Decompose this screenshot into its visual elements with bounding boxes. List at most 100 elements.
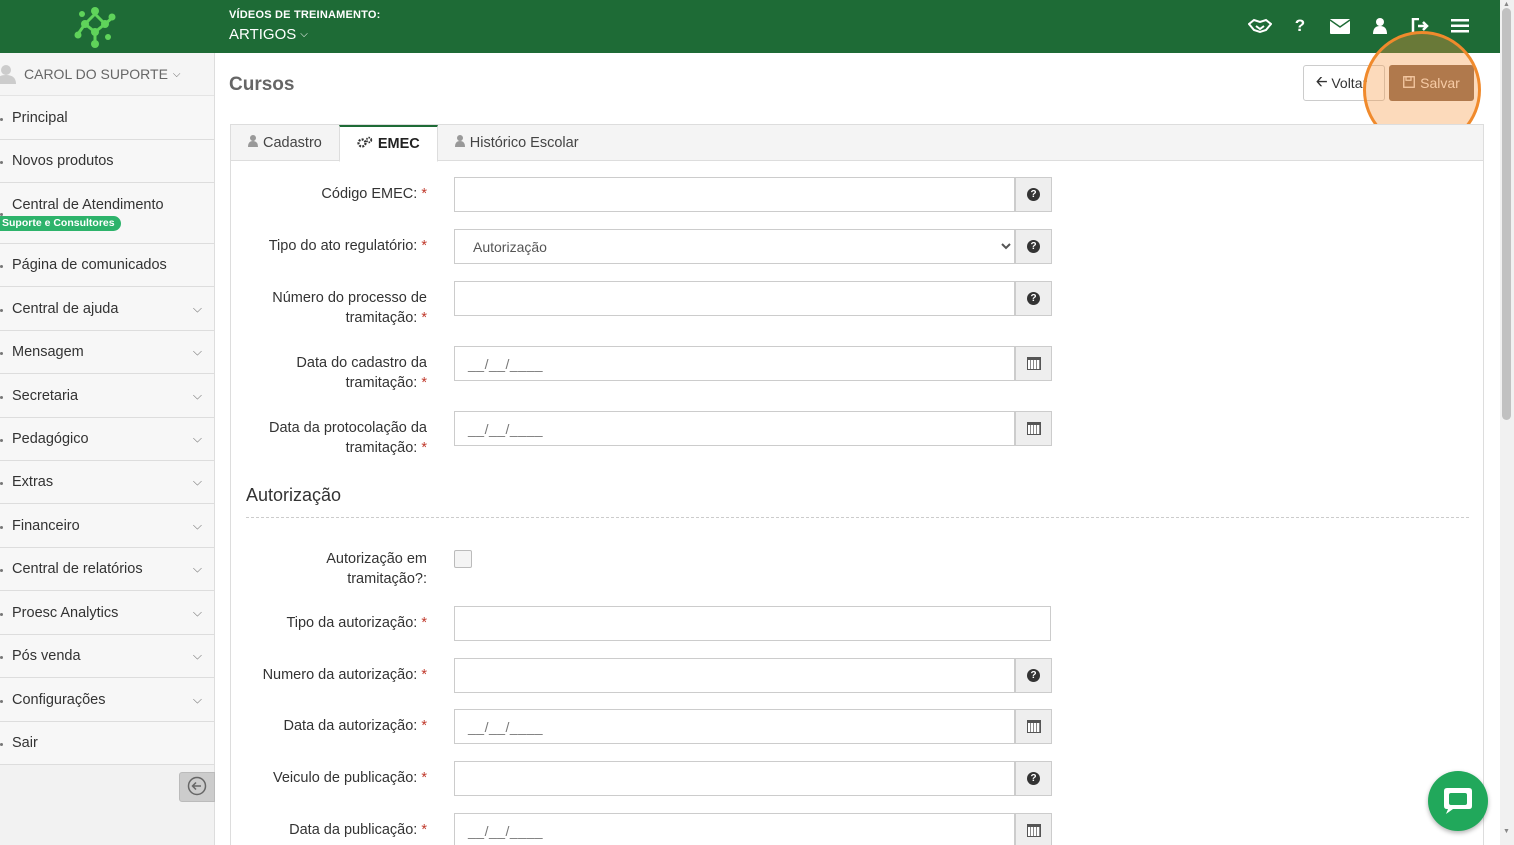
calendar-button[interactable] bbox=[1015, 813, 1052, 845]
help-button[interactable]: ? bbox=[1015, 761, 1052, 796]
sidebar-item-label: Mensagem bbox=[12, 344, 84, 360]
calendar-button[interactable] bbox=[1015, 709, 1052, 744]
sidebar-item-pedagogico[interactable]: Pedagógico ⌵ bbox=[0, 418, 214, 461]
question-circle-icon: ? bbox=[1027, 292, 1040, 305]
envelope-icon[interactable] bbox=[1320, 14, 1360, 38]
question-icon[interactable]: ? bbox=[1280, 14, 1320, 38]
chevron-down-icon: ⌵ bbox=[192, 344, 202, 359]
chat-button[interactable] bbox=[1428, 771, 1488, 831]
tipo-autorizacao-input[interactable] bbox=[454, 606, 1051, 641]
handshake-icon[interactable] bbox=[1240, 14, 1280, 38]
date-placeholder: __/__/____ bbox=[468, 355, 544, 372]
training-videos-label: VÍDEOS DE TREINAMENTO: bbox=[229, 9, 381, 21]
tab-emec[interactable]: EMEC bbox=[338, 125, 438, 162]
data-cadastro-input[interactable]: __/__/____ bbox=[454, 346, 1015, 381]
date-placeholder: __/__/____ bbox=[468, 420, 544, 437]
arrow-left-circle-icon bbox=[187, 776, 207, 799]
sidebar-item-novos-produtos[interactable]: Novos produtos bbox=[0, 140, 214, 183]
user-icon[interactable] bbox=[1360, 14, 1400, 38]
sidebar-item-label: Principal bbox=[12, 109, 68, 126]
scroll-up-arrow-icon[interactable]: ▲ bbox=[1503, 1, 1510, 8]
sidebar-item-label: Sair bbox=[12, 735, 38, 751]
calendar-button[interactable] bbox=[1015, 411, 1052, 446]
user-icon bbox=[454, 135, 465, 151]
question-circle-icon: ? bbox=[1027, 669, 1040, 682]
scroll-down-arrow-icon[interactable]: ▼ bbox=[1503, 828, 1510, 835]
sidebar-item-financeiro[interactable]: Financeiro ⌵ bbox=[0, 504, 214, 548]
tab-bar: Cadastro EMEC Histórico Escolar bbox=[231, 125, 1483, 162]
tab-label: Cadastro bbox=[263, 135, 322, 151]
numero-processo-label: Número do processo de tramitação: * bbox=[272, 290, 427, 326]
chevron-down-icon: ⌵ bbox=[192, 692, 202, 706]
numero-autorizacao-input[interactable] bbox=[454, 658, 1015, 693]
data-autorizacao-label: Data da autorização: * bbox=[283, 718, 428, 734]
sidebar-item-label: Central de relatórios bbox=[12, 561, 143, 577]
chevron-down-icon: ⌵ bbox=[192, 431, 202, 446]
sidebar-item-secretaria[interactable]: Secretaria ⌵ bbox=[0, 374, 214, 418]
sidebar-item-analytics[interactable]: Proesc Analytics ⌵ bbox=[0, 591, 214, 635]
scrollbar-thumb[interactable] bbox=[1502, 8, 1511, 420]
user-menu[interactable]: CAROL DO SUPORTE ⌵ bbox=[0, 53, 214, 96]
articles-dropdown[interactable]: ARTIGOS ⌵ bbox=[229, 26, 308, 43]
chevron-down-icon: ⌵ bbox=[192, 561, 202, 576]
support-badge: Suporte e Consultores bbox=[0, 216, 121, 231]
veiculo-publicacao-input[interactable] bbox=[454, 761, 1015, 796]
sidebar-item-central-atendimento[interactable]: Central de Atendimento Suporte e Consult… bbox=[0, 183, 214, 244]
sidebar-item-mensagem[interactable]: Mensagem ⌵ bbox=[0, 331, 214, 374]
chevron-down-icon: ⌵ bbox=[192, 605, 202, 619]
calendar-icon bbox=[1026, 357, 1041, 370]
aut-tramitacao-label: Autorização em tramitação?: bbox=[326, 551, 427, 587]
tab-cadastro[interactable]: Cadastro bbox=[231, 125, 339, 161]
chat-bubble-icon bbox=[1441, 784, 1475, 819]
data-publicacao-label: Data da publicação: * bbox=[289, 822, 427, 838]
user-avatar-icon bbox=[0, 64, 18, 84]
sidebar-item-extras[interactable]: Extras ⌵ bbox=[0, 461, 214, 504]
sidebar-item-relatorios[interactable]: Central de relatórios ⌵ bbox=[0, 548, 214, 591]
sidebar-item-label: Configurações bbox=[12, 691, 106, 708]
tab-historico-escolar[interactable]: Histórico Escolar bbox=[438, 125, 596, 161]
main-content: Cursos 🡠 Voltar Salvar Cadastro EMEC His… bbox=[215, 31, 1500, 845]
articles-label: ARTIGOS bbox=[229, 26, 297, 43]
help-button[interactable]: ? bbox=[1015, 281, 1052, 316]
data-publicacao-input[interactable]: __/__/____ bbox=[454, 813, 1015, 845]
page-title: Cursos bbox=[229, 74, 295, 95]
tipo-ato-select[interactable]: Autorização bbox=[454, 229, 1015, 264]
help-button[interactable]: ? bbox=[1015, 177, 1052, 212]
sidebar-item-central-ajuda[interactable]: Central de ajuda ⌵ bbox=[0, 287, 214, 331]
data-protocolacao-label: Data da protocolação da tramitação: * bbox=[269, 420, 427, 456]
data-protocolacao-input[interactable]: __/__/____ bbox=[454, 411, 1015, 446]
chevron-down-icon: ⌵ bbox=[192, 388, 202, 402]
numero-processo-input[interactable] bbox=[454, 281, 1015, 316]
sidebar-item-principal[interactable]: Principal bbox=[0, 96, 214, 140]
codigo-emec-input[interactable] bbox=[454, 177, 1015, 212]
sidebar-item-label: Pedagógico bbox=[12, 431, 89, 447]
tipo-ato-label: Tipo do ato regulatório: * bbox=[268, 238, 427, 254]
sidebar-item-configuracoes[interactable]: Configurações ⌵ bbox=[0, 678, 214, 722]
back-button-label: Voltar bbox=[1331, 75, 1368, 91]
chevron-down-icon: ⌵ bbox=[300, 29, 308, 40]
sidebar-item-comunicados[interactable]: Página de comunicados bbox=[0, 244, 214, 287]
user-icon bbox=[248, 135, 258, 151]
calendar-button[interactable] bbox=[1015, 346, 1052, 381]
sidebar-item-label: Novos produtos bbox=[12, 153, 114, 169]
codigo-emec-label: Código EMEC: * bbox=[321, 186, 427, 202]
question-circle-icon: ? bbox=[1027, 772, 1040, 785]
logo-icon[interactable] bbox=[70, 4, 120, 50]
data-autorizacao-input[interactable]: __/__/____ bbox=[454, 709, 1015, 744]
menu-icon[interactable] bbox=[1440, 14, 1480, 38]
chevron-down-icon: ⌵ bbox=[192, 648, 202, 663]
help-button[interactable]: ? bbox=[1015, 658, 1052, 693]
sidebar-item-sair[interactable]: Sair bbox=[0, 722, 214, 765]
tab-label: Histórico Escolar bbox=[469, 135, 579, 151]
calendar-icon bbox=[1026, 824, 1041, 837]
tipo-autorizacao-label: Tipo da autorização: * bbox=[286, 615, 427, 631]
collapse-sidebar-button[interactable] bbox=[179, 772, 215, 802]
sidebar-item-label: Proesc Analytics bbox=[12, 604, 119, 621]
sidebar-item-label: Extras bbox=[12, 474, 54, 490]
sidebar-item-pos-venda[interactable]: Pós venda ⌵ bbox=[0, 635, 214, 678]
help-button[interactable]: ? bbox=[1015, 229, 1052, 264]
section-title-autorizacao: Autorização bbox=[246, 485, 342, 505]
aut-tramitacao-checkbox[interactable] bbox=[454, 550, 472, 568]
sidebar-item-label: Pós venda bbox=[12, 648, 81, 664]
tab-label: EMEC bbox=[377, 136, 420, 152]
